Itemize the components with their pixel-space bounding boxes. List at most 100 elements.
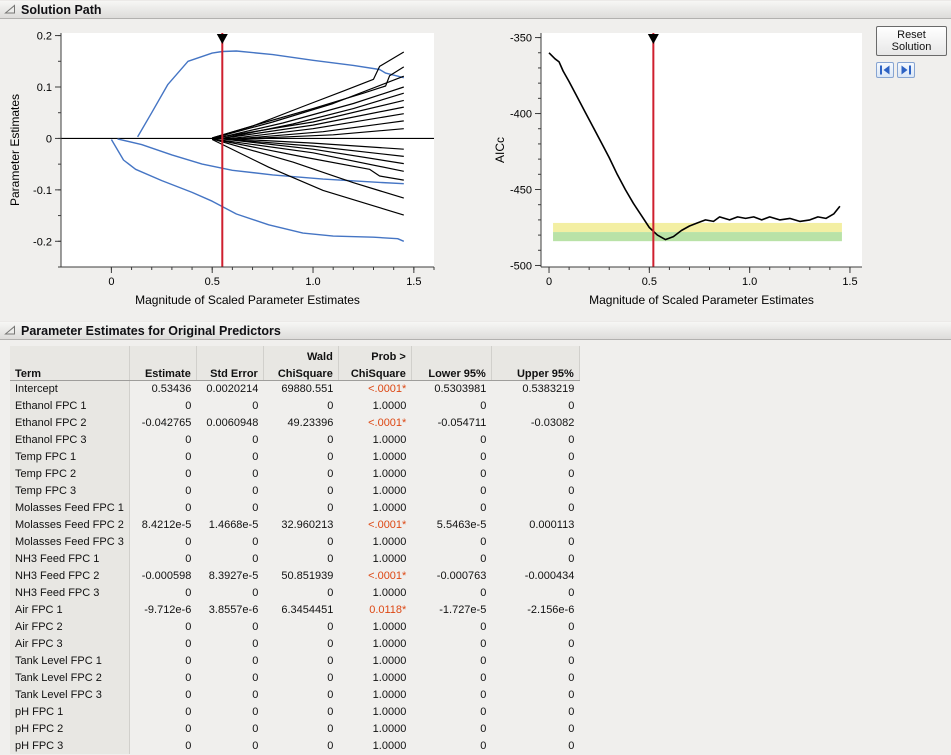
solution-steppers	[876, 62, 915, 78]
table-row[interactable]: Temp FPC 20001.000000	[10, 465, 579, 482]
step-back-button[interactable]	[876, 62, 894, 78]
table-header: WaldProb > TermEstimateStd ErrorChiSquar…	[10, 346, 579, 380]
column-header[interactable]: Term	[10, 363, 129, 380]
value-cell: 0	[129, 686, 196, 703]
value-cell: 0	[129, 703, 196, 720]
table-row[interactable]: Molasses Feed FPC 30001.000000	[10, 533, 579, 550]
value-cell: -0.000434	[491, 567, 579, 584]
table-row[interactable]: pH FPC 30001.000000	[10, 737, 579, 754]
value-cell: 0	[129, 737, 196, 754]
table-row[interactable]: Tank Level FPC 10001.000000	[10, 652, 579, 669]
column-header[interactable]: Wald	[263, 346, 338, 363]
table-row[interactable]: pH FPC 20001.000000	[10, 720, 579, 737]
table-row[interactable]: Intercept0.534360.002021469880.551<.0001…	[10, 380, 579, 397]
value-cell: <.0001*	[338, 516, 411, 533]
table-row[interactable]: Ethanol FPC 30001.000000	[10, 431, 579, 448]
solution-path-section-header[interactable]: Solution Path	[0, 0, 951, 19]
svg-text:1.5: 1.5	[406, 276, 421, 288]
term-cell: pH FPC 2	[10, 720, 129, 737]
table-row[interactable]: NH3 Feed FPC 2-0.0005988.3927e-550.85193…	[10, 567, 579, 584]
table-row[interactable]: Air FPC 20001.000000	[10, 618, 579, 635]
table-row[interactable]: Ethanol FPC 2-0.0427650.006094849.23396<…	[10, 414, 579, 431]
parameter-estimates-section-header[interactable]: Parameter Estimates for Original Predict…	[0, 321, 951, 340]
term-cell: Temp FPC 2	[10, 465, 129, 482]
svg-text:-0.1: -0.1	[33, 185, 52, 197]
column-header[interactable]: ChiSquare	[338, 363, 411, 380]
value-cell: 0	[196, 635, 263, 652]
column-header[interactable]	[491, 346, 579, 363]
parameter-estimates-chart[interactable]: 00.51.01.5-0.2-0.100.10.2Magnitude of Sc…	[6, 25, 446, 313]
disclosure-triangle-icon[interactable]	[4, 4, 16, 15]
value-cell: 1.0000	[338, 618, 411, 635]
term-cell: Ethanol FPC 2	[10, 414, 129, 431]
value-cell: 0	[491, 533, 579, 550]
table-row[interactable]: Temp FPC 10001.000000	[10, 448, 579, 465]
svg-text:AICc: AICc	[493, 137, 507, 163]
parameter-estimates-chart-svg[interactable]: 00.51.01.5-0.2-0.100.10.2Magnitude of Sc…	[6, 25, 446, 313]
value-cell: 0.5383219	[491, 380, 579, 397]
value-cell: 1.0000	[338, 465, 411, 482]
svg-text:-0.2: -0.2	[33, 236, 52, 248]
table-row[interactable]: Tank Level FPC 20001.000000	[10, 669, 579, 686]
value-cell: 0	[196, 397, 263, 414]
column-header[interactable]: Upper 95%	[491, 363, 579, 380]
term-cell: Air FPC 2	[10, 618, 129, 635]
aicc-chart[interactable]: 00.51.01.5-500-450-400-350Magnitude of S…	[491, 25, 876, 313]
step-forward-button[interactable]	[897, 62, 915, 78]
table-row[interactable]: pH FPC 10001.000000	[10, 703, 579, 720]
value-cell: -1.727e-5	[411, 601, 491, 618]
term-cell: pH FPC 3	[10, 737, 129, 754]
value-cell: 1.0000	[338, 669, 411, 686]
value-cell: 0	[196, 465, 263, 482]
value-cell: 0	[263, 618, 338, 635]
column-header[interactable]	[411, 346, 491, 363]
value-cell: 0	[263, 431, 338, 448]
value-cell: 0	[129, 499, 196, 516]
table-row[interactable]: NH3 Feed FPC 30001.000000	[10, 584, 579, 601]
column-header[interactable]: Estimate	[129, 363, 196, 380]
value-cell: 0	[491, 737, 579, 754]
column-header[interactable]	[196, 346, 263, 363]
value-cell: 0.0060948	[196, 414, 263, 431]
column-header[interactable]: Std Error	[196, 363, 263, 380]
value-cell: 0	[196, 482, 263, 499]
value-cell: 0	[263, 584, 338, 601]
column-header[interactable]	[10, 346, 129, 363]
disclosure-triangle-icon[interactable]	[4, 325, 16, 336]
value-cell: 1.0000	[338, 482, 411, 499]
value-cell: 0	[491, 720, 579, 737]
value-cell: 0	[263, 397, 338, 414]
step-back-icon	[879, 64, 891, 76]
value-cell: -9.712e-6	[129, 601, 196, 618]
table-row[interactable]: NH3 Feed FPC 10001.000000	[10, 550, 579, 567]
value-cell: 0	[129, 584, 196, 601]
table-row[interactable]: Molasses Feed FPC 10001.000000	[10, 499, 579, 516]
table-row[interactable]: Air FPC 30001.000000	[10, 635, 579, 652]
aicc-chart-svg[interactable]: 00.51.01.5-500-450-400-350Magnitude of S…	[491, 25, 876, 313]
value-cell: 0	[129, 635, 196, 652]
table-row[interactable]: Tank Level FPC 30001.000000	[10, 686, 579, 703]
value-cell: <.0001*	[338, 380, 411, 397]
value-cell: 1.0000	[338, 550, 411, 567]
term-cell: NH3 Feed FPC 3	[10, 584, 129, 601]
column-header[interactable]: Lower 95%	[411, 363, 491, 380]
value-cell: -0.000598	[129, 567, 196, 584]
value-cell: 0.53436	[129, 380, 196, 397]
value-cell: 0	[411, 499, 491, 516]
svg-text:Magnitude of Scaled Parameter: Magnitude of Scaled Parameter Estimates	[589, 293, 814, 307]
value-cell: 0	[263, 635, 338, 652]
table-row[interactable]: Air FPC 1-9.712e-63.8557e-66.34544510.01…	[10, 601, 579, 618]
column-header[interactable]: Prob >	[338, 346, 411, 363]
reset-solution-button[interactable]: Reset Solution	[876, 26, 947, 56]
value-cell: 1.4668e-5	[196, 516, 263, 533]
solution-controls: Reset Solution	[876, 25, 947, 78]
table-row[interactable]: Temp FPC 30001.000000	[10, 482, 579, 499]
column-header[interactable]: ChiSquare	[263, 363, 338, 380]
table-row[interactable]: Ethanol FPC 10001.000000	[10, 397, 579, 414]
column-header[interactable]	[129, 346, 196, 363]
value-cell: 0	[196, 533, 263, 550]
value-cell: 0	[263, 652, 338, 669]
table-row[interactable]: Molasses Feed FPC 28.4212e-51.4668e-532.…	[10, 516, 579, 533]
jmp-report: Solution Path 00.51.01.5-0.2-0.100.10.2M…	[0, 0, 951, 754]
term-cell: Ethanol FPC 3	[10, 431, 129, 448]
